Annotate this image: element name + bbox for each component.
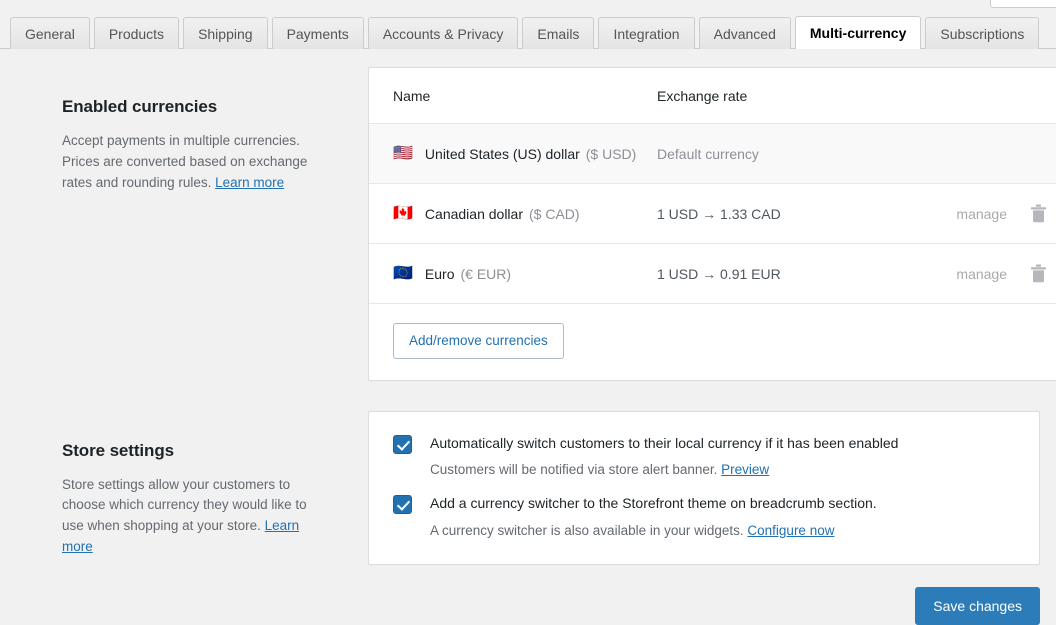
store-settings-options: Automatically switch customers to their …: [369, 412, 1039, 564]
page-footer: Save changes: [8, 565, 1048, 625]
tab-subscriptions[interactable]: Subscriptions: [925, 17, 1040, 49]
store-settings-heading: Store settings: [62, 440, 174, 460]
enabled-currencies-section: Enabled currencies Accept payments in mu…: [8, 67, 1056, 381]
trash-icon: [1031, 204, 1046, 223]
flag-us-icon: 🇺🇸: [393, 144, 413, 162]
currency-code: ($ USD): [585, 145, 637, 162]
setting-auto-switch-currency: Automatically switch customers to their …: [393, 434, 1015, 480]
currency-label: Euro: [424, 265, 455, 282]
tab-payments[interactable]: Payments: [271, 17, 364, 49]
manage-link[interactable]: manage: [907, 266, 1007, 282]
store-settings-section: Store settings Store settings allow your…: [8, 410, 1048, 565]
currency-label: United States (US) dollar: [424, 145, 580, 162]
delete-currency-button[interactable]: [1007, 204, 1047, 223]
setting-sub-body: A currency switcher is also available in…: [430, 522, 744, 538]
trash-icon: [1031, 264, 1046, 283]
currencies-panel: Name Exchange rate 🇺🇸 United States (US)…: [368, 67, 1056, 381]
configure-now-link[interactable]: Configure now: [747, 523, 834, 538]
currency-label: Canadian dollar: [424, 205, 523, 222]
tab-general[interactable]: General: [10, 17, 90, 49]
delete-currency-button[interactable]: [1007, 264, 1047, 283]
currency-rate-cell: 1 USD → 1.33 CAD: [657, 205, 781, 222]
add-remove-currencies-button[interactable]: Add/remove currencies: [393, 323, 564, 359]
setting-label: Automatically switch customers to their …: [430, 434, 899, 451]
table-row: 🇪🇺 Euro (€ EUR) 1 USD → 0.91 EUR manage: [369, 244, 1056, 304]
store-settings-text: Store settings allow your customers to c…: [62, 475, 328, 559]
column-header-name: Name: [393, 87, 431, 104]
flag-ca-icon: 🇨🇦: [393, 204, 413, 222]
tab-multi-currency[interactable]: Multi-currency: [794, 16, 922, 49]
setting-text-block: Automatically switch customers to their …: [430, 434, 1015, 480]
tab-products[interactable]: Products: [93, 17, 180, 49]
enabled-currencies-heading: Enabled currencies: [62, 97, 218, 116]
store-settings-panel: Automatically switch customers to their …: [368, 410, 1040, 565]
currency-rate-cell: Default currency: [657, 145, 759, 162]
setting-sub-text: Customers will be notified via store ale…: [430, 461, 1015, 479]
storefront-switcher-checkbox[interactable]: [393, 494, 412, 514]
currency-name-cell: 🇨🇦 Canadian dollar ($ CAD): [393, 204, 657, 222]
table-row: 🇺🇸 United States (US) dollar ($ USD) Def…: [369, 124, 1056, 184]
save-changes-button[interactable]: Save changes: [915, 586, 1040, 625]
tab-accounts-privacy[interactable]: Accounts & Privacy: [367, 17, 519, 49]
setting-sub-body: Customers will be notified via store ale…: [430, 462, 718, 478]
manage-link[interactable]: manage: [907, 206, 1007, 222]
currency-name-cell: 🇪🇺 Euro (€ EUR): [393, 264, 657, 282]
enabled-currencies-learn-more-link[interactable]: Learn more: [215, 175, 284, 190]
currencies-panel-footer: Add/remove currencies: [369, 304, 1056, 380]
setting-sub-text: A currency switcher is also available in…: [430, 522, 1015, 540]
currency-code: (€ EUR): [460, 265, 512, 282]
table-row: 🇨🇦 Canadian dollar ($ CAD) 1 USD → 1.33 …: [369, 184, 1056, 244]
currency-code: ($ CAD): [529, 205, 580, 222]
currency-name-cell: 🇺🇸 United States (US) dollar ($ USD): [393, 144, 657, 162]
settings-tab-bar: General Products Shipping Payments Accou…: [0, 0, 1056, 49]
auto-switch-currency-checkbox[interactable]: [393, 434, 412, 454]
preview-link[interactable]: Preview: [721, 462, 769, 477]
currency-rate-cell: 1 USD → 0.91 EUR: [657, 265, 781, 282]
setting-text-block: Add a currency switcher to the Storefron…: [430, 494, 1015, 540]
setting-label: Add a currency switcher to the Storefron…: [430, 494, 877, 511]
currencies-table-header: Name Exchange rate: [369, 68, 1056, 124]
enabled-currencies-text: Accept payments in multiple currencies. …: [62, 131, 328, 194]
flag-eu-icon: 🇪🇺: [393, 264, 413, 282]
column-header-exchange-rate: Exchange rate: [657, 87, 748, 104]
settings-content: Enabled currencies Accept payments in mu…: [0, 49, 1056, 625]
tab-shipping[interactable]: Shipping: [183, 17, 268, 49]
top-right-partial-element: [990, 0, 1056, 8]
enabled-currencies-description: Enabled currencies Accept payments in mu…: [8, 67, 368, 194]
setting-storefront-switcher: Add a currency switcher to the Storefron…: [393, 494, 1015, 540]
store-settings-description: Store settings Store settings allow your…: [8, 411, 368, 559]
tab-integration[interactable]: Integration: [598, 17, 695, 49]
tab-emails[interactable]: Emails: [522, 17, 595, 49]
tab-advanced[interactable]: Advanced: [698, 17, 791, 49]
